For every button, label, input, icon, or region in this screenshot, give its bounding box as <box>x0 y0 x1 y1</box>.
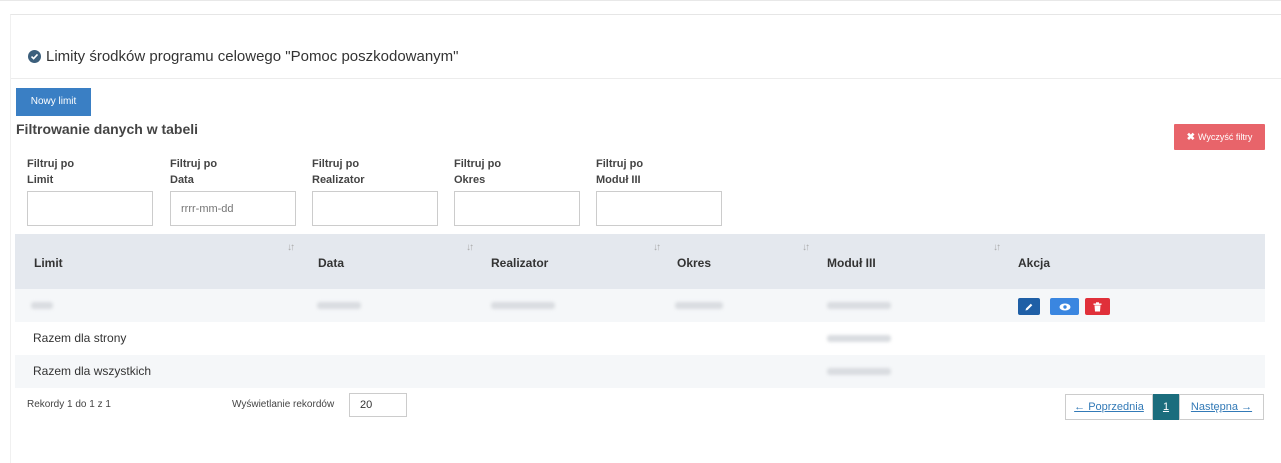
clear-filters-label: Wyczyść filtry <box>1197 132 1253 142</box>
summary-all-label: Razem dla wszystkich <box>33 364 152 378</box>
next-page-link[interactable]: Następna → <box>1179 394 1264 420</box>
redacted-value <box>491 302 555 309</box>
page-title-text: Limity środków programu celowego "Pomoc … <box>46 48 459 65</box>
pagination: ← Poprzednia 1 Następna → <box>1065 394 1264 420</box>
summary-row-page: Razem dla strony <box>15 322 1265 355</box>
redacted-value <box>827 368 891 375</box>
records-info: Rekordy 1 do 1 z 1 <box>27 399 111 410</box>
table-header: Limit ↓↑ Data ↓↑ Realizator ↓↑ Okres ↓↑ … <box>15 234 1265 289</box>
panel-header: Limity środków programu celowego "Pomoc … <box>11 15 1281 79</box>
summary-row-all: Razem dla wszystkich <box>15 355 1265 388</box>
column-header-akcja: Akcja <box>1018 256 1051 270</box>
redacted-value <box>827 302 891 309</box>
eye-icon <box>1059 303 1070 310</box>
column-header-limit[interactable]: Limit ↓↑ <box>15 234 303 289</box>
filter-input-realizator[interactable] <box>312 191 438 226</box>
column-header-okres[interactable]: Okres ↓↑ <box>665 234 815 289</box>
filter-input-limit[interactable] <box>27 191 153 226</box>
edit-button[interactable] <box>1018 298 1040 315</box>
filter-label-data: Filtruj po Data <box>170 158 218 186</box>
column-header-data[interactable]: Data ↓↑ <box>303 234 477 289</box>
x-icon: ✖ <box>1186 132 1195 143</box>
sort-icon: ↓↑ <box>466 242 474 253</box>
top-border <box>0 0 1281 1</box>
sort-icon: ↓↑ <box>993 242 1001 253</box>
filter-label-limit: Filtruj po Limit <box>27 158 75 186</box>
prev-page-link[interactable]: ← Poprzednia <box>1065 394 1153 420</box>
redacted-value <box>317 302 361 309</box>
trash-icon <box>1093 301 1102 311</box>
new-limit-button[interactable]: Nowy limit <box>16 88 91 116</box>
filter-label-okres: Filtruj po Okres <box>454 158 502 186</box>
pencil-icon <box>1025 303 1033 310</box>
current-page[interactable]: 1 <box>1153 394 1179 420</box>
redacted-value <box>827 335 891 342</box>
column-header-realizator[interactable]: Realizator ↓↑ <box>477 234 665 289</box>
filter-label-modul: Filtruj po Moduł III <box>596 158 644 186</box>
filter-input-data[interactable] <box>170 191 296 226</box>
column-header-modul[interactable]: Moduł III ↓↑ <box>815 234 1003 289</box>
filter-section-title: Filtrowanie danych w tabeli <box>16 121 199 137</box>
clear-filters-button[interactable]: ✖ Wyczyść filtry <box>1174 124 1265 150</box>
redacted-value <box>31 302 53 309</box>
page-size-label: Wyświetlanie rekordów <box>232 399 335 410</box>
sort-icon: ↓↑ <box>287 242 295 253</box>
sort-icon: ↓↑ <box>802 242 810 253</box>
page-size-input[interactable]: 20 <box>349 393 407 417</box>
check-circle-icon <box>28 50 41 63</box>
sort-icon: ↓↑ <box>653 242 661 253</box>
redacted-value <box>675 302 723 309</box>
filter-input-modul[interactable] <box>596 191 722 226</box>
filter-input-okres[interactable] <box>454 191 580 226</box>
view-button[interactable] <box>1050 298 1079 315</box>
filter-label-realizator: Filtruj po Realizator <box>312 158 365 186</box>
delete-button[interactable] <box>1085 298 1110 315</box>
page-title: Limity środków programu celowego "Pomoc … <box>28 48 459 65</box>
summary-page-label: Razem dla strony <box>33 331 127 345</box>
table-row <box>15 289 1265 322</box>
